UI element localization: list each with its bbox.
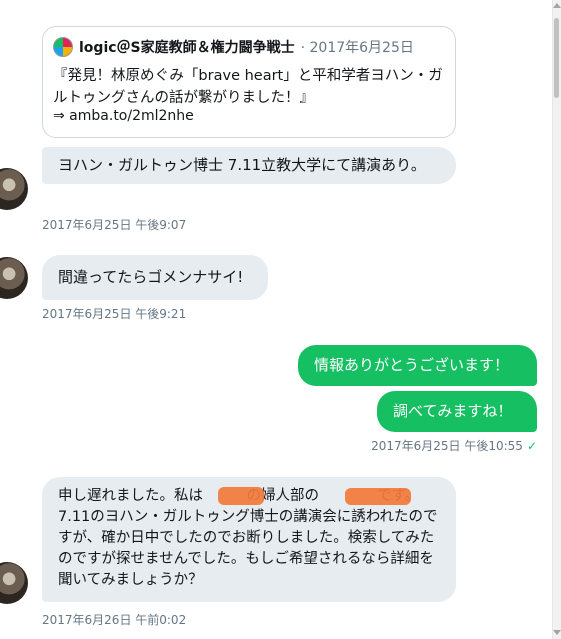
sender-avatar[interactable] — [0, 562, 28, 604]
sender-avatar[interactable] — [0, 168, 28, 210]
redaction-mark — [218, 487, 264, 505]
message-timestamp-row: 2017年6月25日 午後10:55 ✓ — [371, 437, 537, 454]
message-text: ヨハン・ガルトゥン博士 7.11立教大学にて講演あり。 — [58, 156, 426, 174]
message-timestamp: 2017年6月25日 午後10:55 — [371, 439, 523, 453]
message-text: 間違ってたらゴメンナサイ! — [58, 268, 244, 286]
message-text: 情報ありがとうございます！ — [314, 356, 510, 374]
message-bubble-sent[interactable]: 調べてみますね！ — [377, 391, 537, 432]
message-bubble-received[interactable]: ヨハン・ガルトゥン博士 7.11立教大学にて講演あり。 — [42, 147, 456, 184]
message-timestamp: 2017年6月25日 午後9:21 — [42, 307, 187, 321]
scroll-down-icon[interactable] — [553, 630, 561, 635]
checkmark-icon: ✓ — [526, 439, 537, 453]
redaction-mark — [345, 488, 411, 505]
message-bubble-received[interactable]: 間違ってたらゴメンナサイ! — [42, 255, 268, 300]
message-text: 調べてみますね！ — [393, 402, 513, 420]
quoted-tweet-card[interactable]: logic＠S家庭教師＆権力闘争戦士 · 2017年6月25日 『発見！林原めぐ… — [42, 26, 456, 138]
quoted-tweet-date: · 2017年6月25日 — [300, 40, 414, 56]
quoted-tweet-header: logic＠S家庭教師＆権力闘争戦士 · 2017年6月25日 — [53, 36, 414, 58]
message-bubble-sent[interactable]: 情報ありがとうございます！ — [298, 345, 537, 386]
sender-avatar[interactable] — [0, 257, 28, 299]
message-timestamp: 2017年6月25日 午後9:07 — [42, 218, 187, 232]
scroll-up-icon[interactable] — [553, 3, 561, 8]
quoted-tweet-link[interactable]: ⇒ amba.to/2ml2nhe — [53, 108, 194, 124]
quoted-tweet-text: 『発見！林原めぐみ「brave heart」と平和学者ヨハン・ガルトゥングさんの… — [53, 68, 443, 106]
quoted-author-avatar — [53, 37, 73, 57]
quoted-author-name: logic＠S家庭教師＆権力闘争戦士 — [79, 40, 295, 56]
message-timestamp: 2017年6月26日 午前0:02 — [42, 613, 187, 627]
scrollbar-thumb[interactable] — [554, 18, 559, 98]
